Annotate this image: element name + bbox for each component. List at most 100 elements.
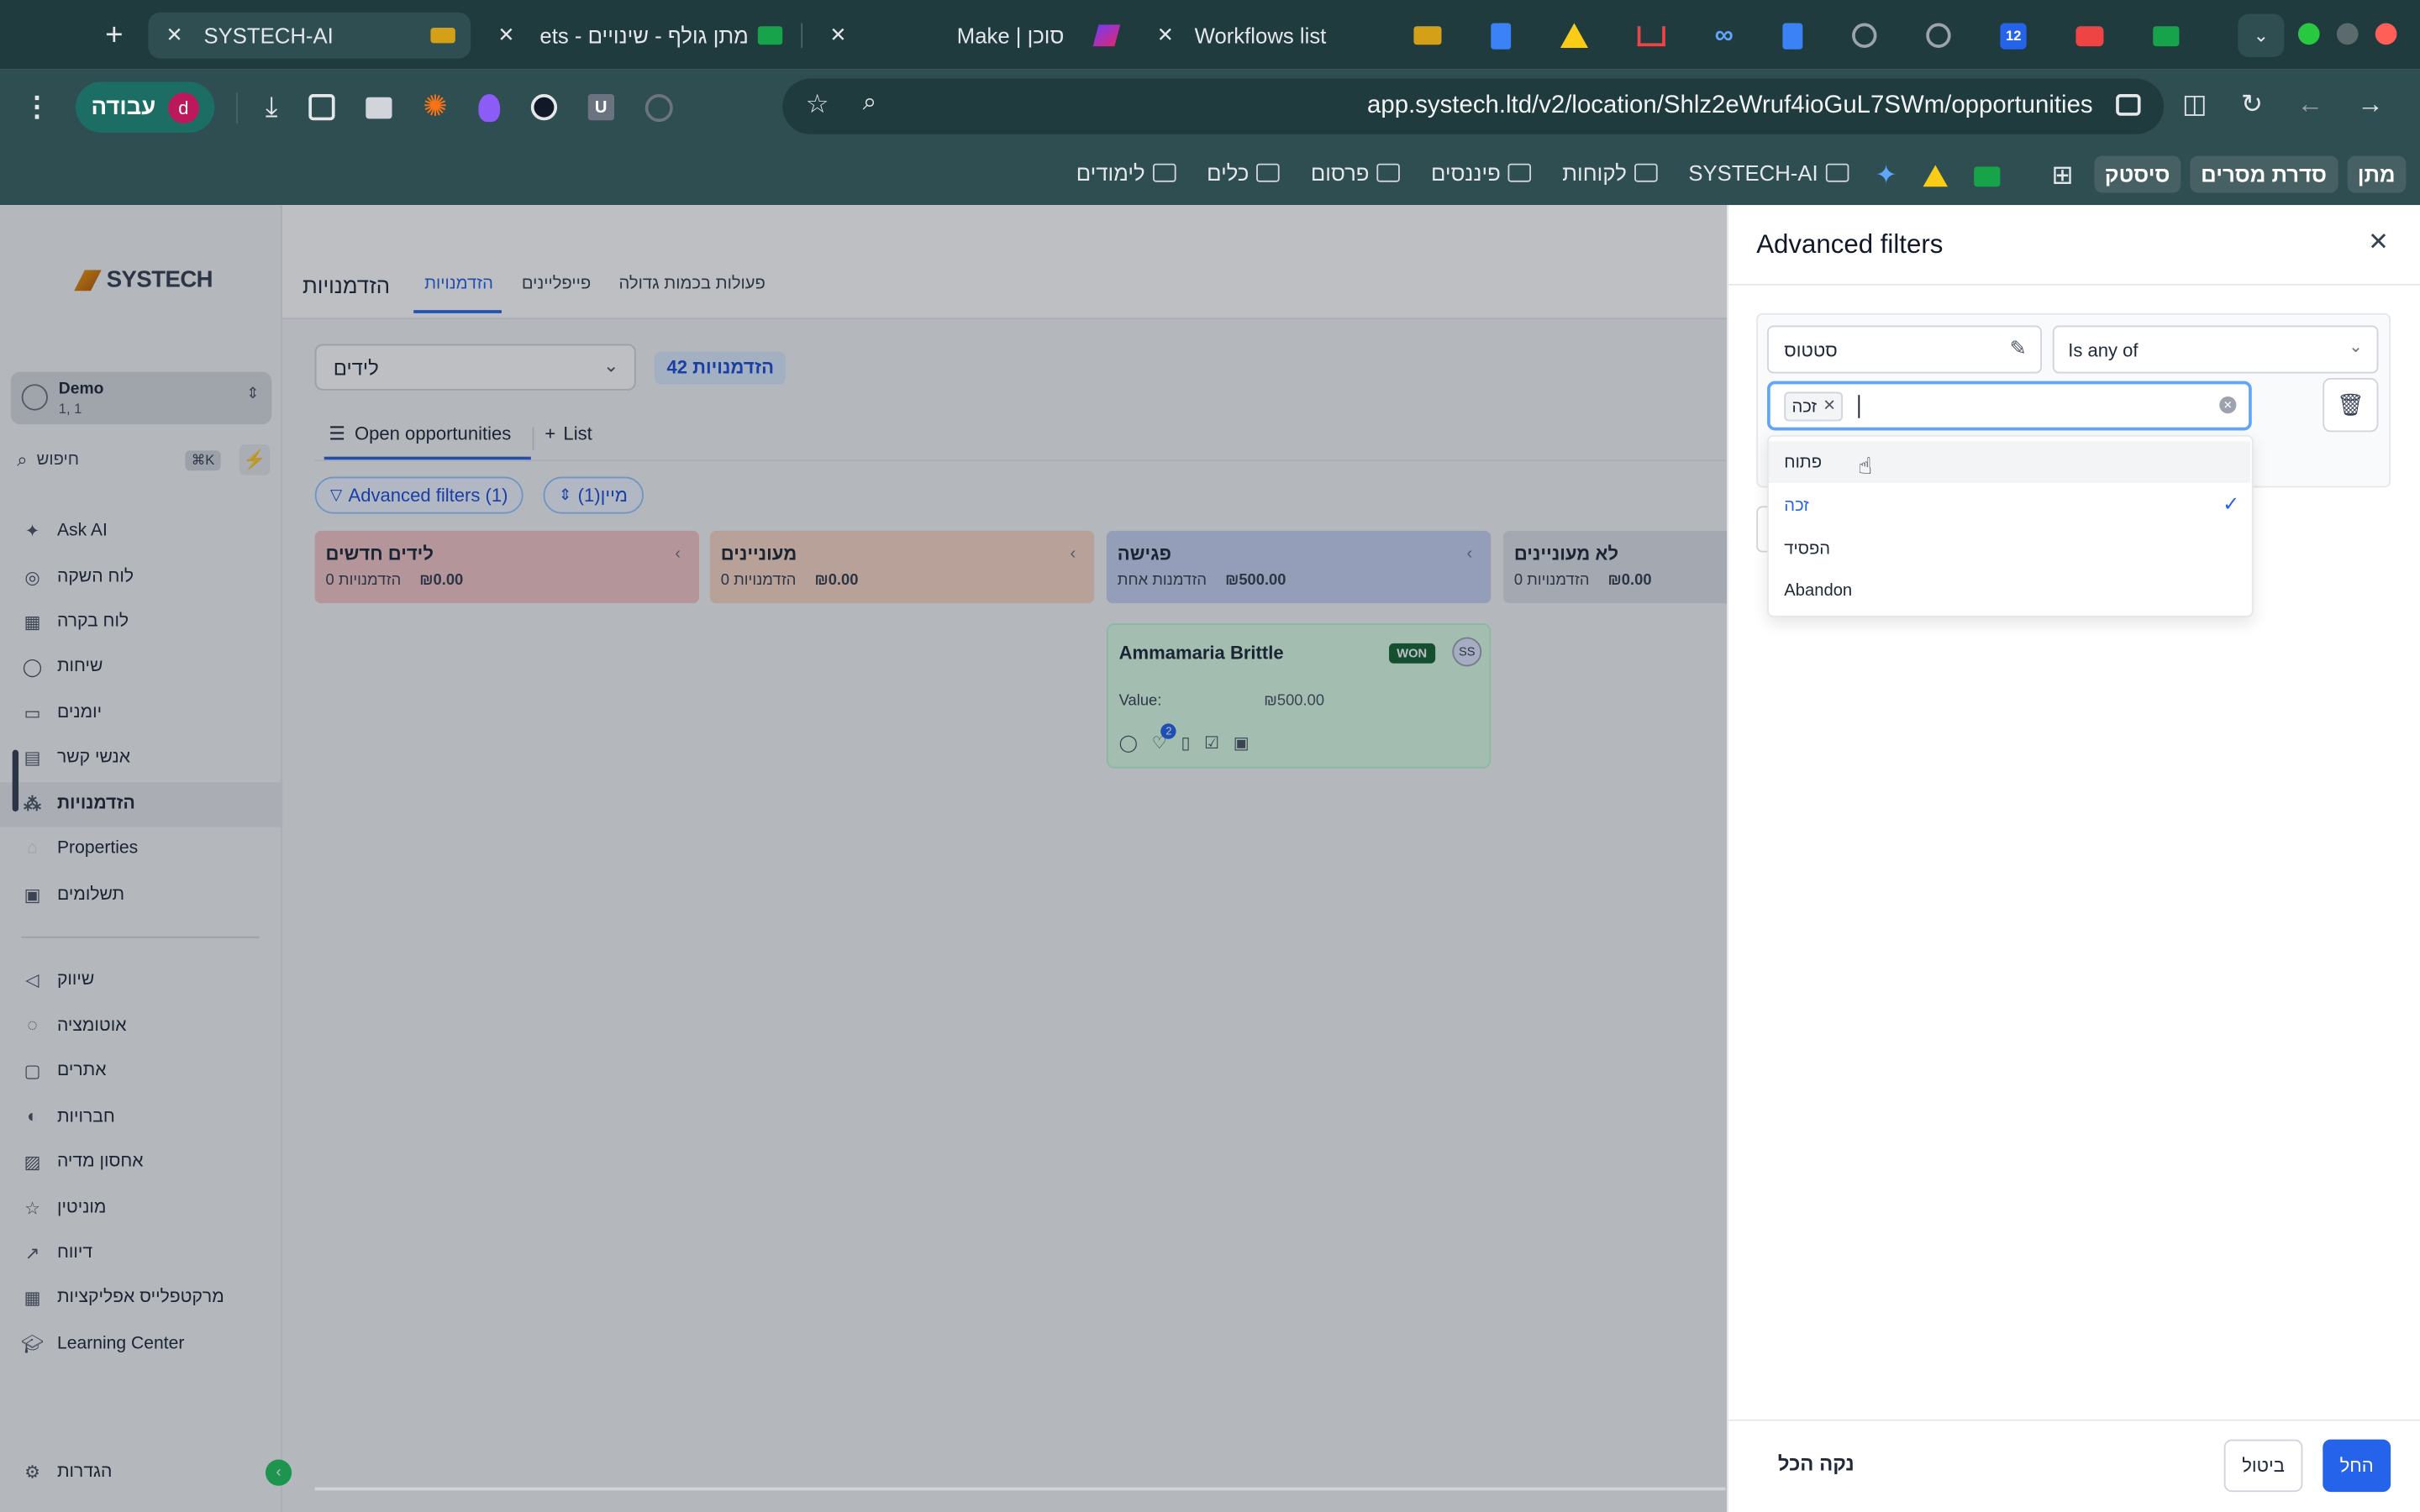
- tab-systech[interactable]: ✕ SYSTECH-AI: [148, 12, 471, 59]
- google-drive-icon[interactable]: [1923, 165, 1949, 187]
- gemini-icon[interactable]: ✦: [1876, 160, 1897, 192]
- bookmark-folders: SYSTECH-AI לקוחות פיננסים פרסום כלים לימ…: [1076, 160, 1849, 185]
- horizontal-scrollbar[interactable]: [314, 1487, 1726, 1491]
- folder-icon: [1634, 163, 1658, 182]
- filter-field-value: סטטוס: [1784, 339, 1838, 361]
- extension-u-icon[interactable]: U: [587, 94, 614, 121]
- dropdown-option-label: זכה: [1784, 496, 1809, 515]
- filter-value-multiselect[interactable]: זכה ✕ ✕: [1767, 381, 2252, 431]
- extension-claude-icon[interactable]: ✺: [423, 90, 447, 125]
- gmail-icon[interactable]: [1637, 25, 1665, 46]
- globe-icon[interactable]: [1852, 23, 1877, 48]
- filter-operator-select[interactable]: Is any of ⌄: [2052, 325, 2379, 374]
- clear-all-button[interactable]: נקה הכל: [1778, 1452, 1854, 1475]
- dropdown-option-abandon[interactable]: Abandon: [1769, 570, 2250, 612]
- back-arrow-icon[interactable]: ←: [2297, 90, 2323, 121]
- calendar-badge-icon[interactable]: 12: [2000, 22, 2027, 49]
- tab-search-chevron-icon[interactable]: ⌄: [2238, 13, 2285, 57]
- close-panel-icon[interactable]: ✕: [2363, 227, 2394, 258]
- favicon-systech-icon: [430, 28, 455, 44]
- sheets-icon: [757, 26, 783, 45]
- folder-icon: [1376, 163, 1401, 182]
- bookmark-folder-clients[interactable]: לקוחות: [1562, 160, 1658, 185]
- tab-make[interactable]: ✕ Make | סוכן: [818, 13, 1126, 59]
- delete-filter-button[interactable]: 🗑︎: [2323, 378, 2379, 433]
- dropdown-option-lost[interactable]: הפסיד: [1769, 528, 2250, 570]
- google-drive-icon[interactable]: [1560, 23, 1589, 48]
- folder-icon: [1256, 163, 1281, 182]
- site-settings-icon[interactable]: [2116, 94, 2141, 116]
- clear-values-icon[interactable]: ✕: [2219, 396, 2237, 414]
- globe-icon[interactable]: [1926, 23, 1951, 48]
- window-zoom-icon[interactable]: [2297, 23, 2320, 45]
- extensions-row: ⤓ ✺ U: [266, 90, 673, 125]
- tab-title: SYSTECH-AI: [203, 23, 334, 48]
- window-close-icon[interactable]: [2375, 23, 2397, 45]
- url-text[interactable]: app.systech.ltd/v2/location/Shlz2eWruf4i…: [1367, 92, 2093, 120]
- bookmark-messages[interactable]: סדרת מסרים: [2190, 155, 2338, 193]
- reload-icon[interactable]: ↻: [2241, 90, 2263, 121]
- tab-title: מתן גולף - שינויים - ets: [539, 23, 749, 48]
- profile-button[interactable]: עבודה d: [76, 81, 215, 133]
- tab-divider: [801, 23, 803, 48]
- close-icon[interactable]: ✕: [164, 24, 186, 48]
- extension-crystal-icon[interactable]: [478, 93, 500, 122]
- google-docs-icon[interactable]: [1782, 22, 1803, 49]
- bookmark-folder-learning[interactable]: לימודים: [1076, 160, 1176, 185]
- dropdown-option-label: Abandon: [1784, 580, 1853, 600]
- sheets-icon[interactable]: [1974, 165, 2001, 186]
- bookmark-folder-systech-ai[interactable]: SYSTECH-AI: [1688, 160, 1849, 185]
- youtube-icon[interactable]: [2075, 25, 2104, 46]
- panel-title: Advanced filters: [1756, 229, 1944, 260]
- text-cursor: [1858, 395, 1860, 418]
- make-icon: [1092, 24, 1121, 47]
- bookmark-folder-label: פרסום: [1310, 160, 1370, 186]
- download-icon[interactable]: ⤓: [266, 91, 278, 123]
- checkmark-icon: ✓: [2223, 491, 2240, 516]
- forward-arrow-icon[interactable]: →: [2357, 90, 2383, 121]
- panel-footer-divider: [1727, 1419, 2420, 1421]
- zoom-icon[interactable]: ⌕: [863, 90, 876, 118]
- address-bar[interactable]: ☆ ⌕ app.systech.ltd/v2/location/Shlz2eWr…: [782, 78, 2165, 134]
- apps-grid-icon[interactable]: ⊞: [2051, 160, 2073, 192]
- close-icon[interactable]: ✕: [827, 24, 849, 48]
- meta-icon[interactable]: ∞: [1715, 20, 1733, 51]
- tab-sheets[interactable]: ✕ מתן גולף - שינויים - ets: [487, 13, 792, 59]
- bookmark-folder-ads[interactable]: פרסום: [1310, 160, 1401, 186]
- extension-phone-icon[interactable]: [644, 93, 673, 122]
- extension-window-icon[interactable]: [366, 96, 392, 118]
- filter-field-select[interactable]: סטטוס ✎: [1767, 325, 2043, 374]
- pencil-icon[interactable]: ✎: [2010, 336, 2027, 360]
- chevron-down-icon: ⌄: [2349, 338, 2364, 357]
- bookmark-folder-finance[interactable]: פיננסים: [1431, 160, 1532, 185]
- close-icon[interactable]: ✕: [496, 24, 518, 48]
- dropdown-option-won[interactable]: זכה ✓: [1769, 485, 2250, 527]
- bookmark-folder-tools[interactable]: כלים: [1207, 160, 1281, 186]
- bookmarks-right: מתן סדרת מסרים סיסטק: [2093, 155, 2407, 193]
- bookmark-folder-label: כלים: [1207, 160, 1249, 186]
- chip-remove-icon[interactable]: ✕: [1823, 398, 1835, 415]
- bookmark-matan[interactable]: מתן: [2346, 155, 2407, 193]
- bookmark-folder-label: SYSTECH-AI: [1688, 160, 1818, 186]
- folder-icon: [1825, 163, 1849, 182]
- hand-cursor-icon: ☝︎: [1858, 454, 1873, 480]
- apply-button[interactable]: החל: [2323, 1439, 2391, 1493]
- extensions-icon[interactable]: [308, 94, 335, 121]
- sheets-pinned-icon[interactable]: [2153, 25, 2180, 46]
- systech-pinned-icon[interactable]: [1413, 26, 1442, 45]
- window-minimize-icon[interactable]: [2336, 23, 2359, 45]
- close-icon[interactable]: ✕: [1155, 24, 1176, 48]
- split-view-icon[interactable]: ◫: [2182, 90, 2207, 121]
- browser-menu-icon[interactable]: ⋮: [22, 88, 53, 125]
- new-tab-button[interactable]: +: [96, 17, 133, 54]
- extension-check-icon[interactable]: [530, 94, 557, 121]
- cancel-button[interactable]: ביטול: [2223, 1439, 2303, 1493]
- profile-label: עבודה: [91, 94, 156, 121]
- bookmark-star-icon[interactable]: ☆: [806, 90, 829, 121]
- dropdown-option-open[interactable]: פתוח: [1768, 441, 2250, 483]
- bookmark-systech[interactable]: סיסטק: [2093, 155, 2181, 193]
- google-docs-icon[interactable]: [1491, 22, 1512, 49]
- tab-workflows[interactable]: ✕ Workflows list: [1145, 13, 1392, 59]
- modal-overlay[interactable]: [0, 205, 1728, 1512]
- panel-header-divider: [1727, 283, 2420, 286]
